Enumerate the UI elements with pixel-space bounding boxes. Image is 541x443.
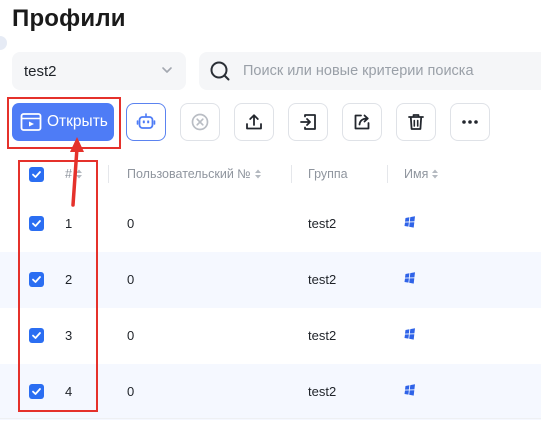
robot-icon [136, 113, 156, 129]
column-header-group[interactable]: Группа [308, 167, 348, 181]
sort-icon [432, 169, 439, 179]
row-group: test2 [308, 272, 337, 287]
close-circle-icon [191, 113, 209, 131]
upload-icon [246, 114, 262, 130]
import-icon [300, 114, 316, 130]
upload-button[interactable] [234, 103, 274, 141]
group-select[interactable]: test2 [12, 52, 186, 90]
search-input[interactable] [243, 63, 541, 79]
move-button[interactable] [288, 103, 328, 141]
share-button[interactable] [342, 103, 382, 141]
stop-button[interactable] [180, 103, 220, 141]
column-divider [387, 165, 388, 183]
row-custom-number: 0 [127, 272, 135, 287]
page-title: Профили [12, 5, 126, 32]
sort-icon [254, 169, 261, 179]
row-group: test2 [308, 216, 337, 231]
column-divider [291, 165, 292, 183]
windows-icon [404, 272, 415, 284]
column-header-name[interactable]: Имя [404, 167, 439, 181]
row-custom-number: 0 [127, 328, 135, 343]
row-custom-number: 0 [127, 216, 135, 231]
trash-icon [408, 114, 424, 130]
group-select-value: test2 [24, 62, 57, 80]
delete-button[interactable] [396, 103, 436, 141]
row-group: test2 [308, 384, 337, 399]
windows-icon [404, 384, 415, 396]
sidebar-edge [0, 36, 7, 50]
windows-icon [404, 328, 415, 340]
column-divider [108, 165, 109, 183]
automation-button[interactable] [126, 103, 166, 141]
share-icon [354, 114, 370, 130]
search-icon [210, 61, 230, 81]
table-bottom-divider [0, 418, 541, 419]
more-button[interactable] [450, 103, 490, 141]
annotation-box-open-button [7, 97, 121, 149]
row-custom-number: 0 [127, 384, 135, 399]
row-group: test2 [308, 328, 337, 343]
column-header-custom-number[interactable]: Пользовательский № [127, 167, 262, 181]
chevron-down-icon [162, 67, 172, 73]
annotation-box-checkbox-column [18, 160, 98, 412]
windows-icon [404, 216, 415, 228]
more-icon [462, 120, 478, 124]
search-box[interactable] [199, 52, 541, 90]
